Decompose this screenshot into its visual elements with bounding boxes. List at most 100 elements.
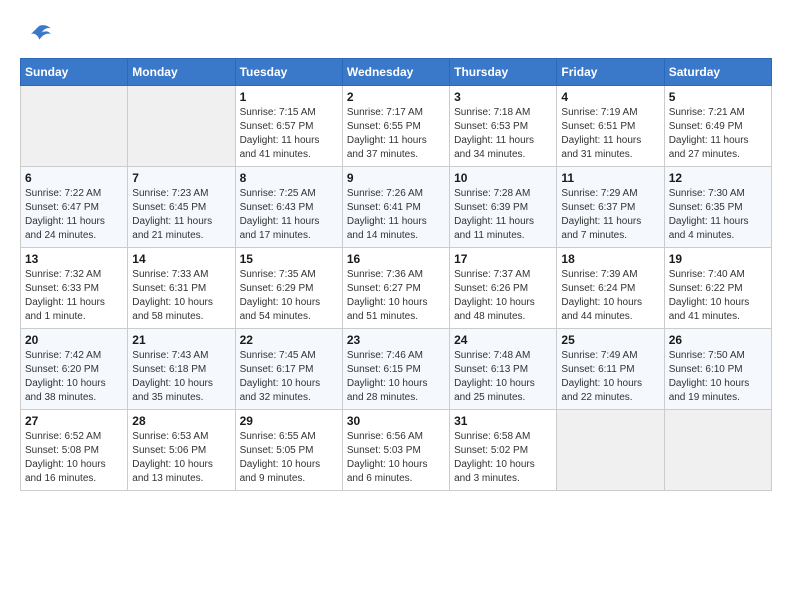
day-info: Sunrise: 6:55 AMSunset: 5:05 PMDaylight:…: [240, 430, 338, 486]
day-cell: 1 Sunrise: 7:15 AMSunset: 6:57 PMDayligh…: [235, 86, 342, 167]
day-info: Sunrise: 7:18 AMSunset: 6:53 PMDaylight:…: [454, 106, 552, 162]
day-info: Sunrise: 7:45 AMSunset: 6:17 PMDaylight:…: [240, 349, 338, 405]
day-info: Sunrise: 7:43 AMSunset: 6:18 PMDaylight:…: [132, 349, 230, 405]
day-cell: 30 Sunrise: 6:56 AMSunset: 5:03 PMDaylig…: [342, 410, 449, 491]
day-number: 20: [25, 333, 123, 347]
day-info: Sunrise: 7:40 AMSunset: 6:22 PMDaylight:…: [669, 268, 767, 324]
day-number: 13: [25, 252, 123, 266]
day-cell: 5 Sunrise: 7:21 AMSunset: 6:49 PMDayligh…: [664, 86, 771, 167]
day-number: 1: [240, 90, 338, 104]
day-info: Sunrise: 7:19 AMSunset: 6:51 PMDaylight:…: [561, 106, 659, 162]
day-cell: 13 Sunrise: 7:32 AMSunset: 6:33 PMDaylig…: [21, 248, 128, 329]
day-header-sunday: Sunday: [21, 59, 128, 86]
day-cell: 29 Sunrise: 6:55 AMSunset: 5:05 PMDaylig…: [235, 410, 342, 491]
day-info: Sunrise: 7:36 AMSunset: 6:27 PMDaylight:…: [347, 268, 445, 324]
day-info: Sunrise: 7:33 AMSunset: 6:31 PMDaylight:…: [132, 268, 230, 324]
day-cell: 27 Sunrise: 6:52 AMSunset: 5:08 PMDaylig…: [21, 410, 128, 491]
day-cell: [664, 410, 771, 491]
day-number: 24: [454, 333, 552, 347]
day-number: 16: [347, 252, 445, 266]
day-info: Sunrise: 7:35 AMSunset: 6:29 PMDaylight:…: [240, 268, 338, 324]
day-number: 4: [561, 90, 659, 104]
day-info: Sunrise: 7:32 AMSunset: 6:33 PMDaylight:…: [25, 268, 123, 324]
day-header-monday: Monday: [128, 59, 235, 86]
day-info: Sunrise: 6:52 AMSunset: 5:08 PMDaylight:…: [25, 430, 123, 486]
day-cell: 21 Sunrise: 7:43 AMSunset: 6:18 PMDaylig…: [128, 329, 235, 410]
logo-icon: [24, 20, 52, 48]
day-info: Sunrise: 7:26 AMSunset: 6:41 PMDaylight:…: [347, 187, 445, 243]
day-cell: 16 Sunrise: 7:36 AMSunset: 6:27 PMDaylig…: [342, 248, 449, 329]
logo: [20, 20, 52, 48]
day-cell: 7 Sunrise: 7:23 AMSunset: 6:45 PMDayligh…: [128, 167, 235, 248]
day-cell: [557, 410, 664, 491]
day-info: Sunrise: 7:42 AMSunset: 6:20 PMDaylight:…: [25, 349, 123, 405]
day-number: 17: [454, 252, 552, 266]
week-row-5: 27 Sunrise: 6:52 AMSunset: 5:08 PMDaylig…: [21, 410, 772, 491]
week-row-4: 20 Sunrise: 7:42 AMSunset: 6:20 PMDaylig…: [21, 329, 772, 410]
day-cell: 15 Sunrise: 7:35 AMSunset: 6:29 PMDaylig…: [235, 248, 342, 329]
page-header: [20, 20, 772, 48]
day-header-tuesday: Tuesday: [235, 59, 342, 86]
day-number: 8: [240, 171, 338, 185]
day-info: Sunrise: 7:25 AMSunset: 6:43 PMDaylight:…: [240, 187, 338, 243]
day-info: Sunrise: 7:49 AMSunset: 6:11 PMDaylight:…: [561, 349, 659, 405]
day-cell: 4 Sunrise: 7:19 AMSunset: 6:51 PMDayligh…: [557, 86, 664, 167]
day-info: Sunrise: 7:15 AMSunset: 6:57 PMDaylight:…: [240, 106, 338, 162]
day-number: 6: [25, 171, 123, 185]
day-info: Sunrise: 7:48 AMSunset: 6:13 PMDaylight:…: [454, 349, 552, 405]
day-cell: 8 Sunrise: 7:25 AMSunset: 6:43 PMDayligh…: [235, 167, 342, 248]
day-info: Sunrise: 7:37 AMSunset: 6:26 PMDaylight:…: [454, 268, 552, 324]
day-number: 30: [347, 414, 445, 428]
day-cell: 12 Sunrise: 7:30 AMSunset: 6:35 PMDaylig…: [664, 167, 771, 248]
day-cell: 3 Sunrise: 7:18 AMSunset: 6:53 PMDayligh…: [450, 86, 557, 167]
day-number: 29: [240, 414, 338, 428]
day-cell: 26 Sunrise: 7:50 AMSunset: 6:10 PMDaylig…: [664, 329, 771, 410]
day-info: Sunrise: 7:46 AMSunset: 6:15 PMDaylight:…: [347, 349, 445, 405]
header-row: SundayMondayTuesdayWednesdayThursdayFrid…: [21, 59, 772, 86]
day-number: 2: [347, 90, 445, 104]
day-cell: 25 Sunrise: 7:49 AMSunset: 6:11 PMDaylig…: [557, 329, 664, 410]
day-cell: 23 Sunrise: 7:46 AMSunset: 6:15 PMDaylig…: [342, 329, 449, 410]
day-number: 5: [669, 90, 767, 104]
day-cell: 18 Sunrise: 7:39 AMSunset: 6:24 PMDaylig…: [557, 248, 664, 329]
day-number: 27: [25, 414, 123, 428]
day-number: 18: [561, 252, 659, 266]
day-info: Sunrise: 7:30 AMSunset: 6:35 PMDaylight:…: [669, 187, 767, 243]
day-header-saturday: Saturday: [664, 59, 771, 86]
week-row-2: 6 Sunrise: 7:22 AMSunset: 6:47 PMDayligh…: [21, 167, 772, 248]
day-number: 9: [347, 171, 445, 185]
day-info: Sunrise: 7:22 AMSunset: 6:47 PMDaylight:…: [25, 187, 123, 243]
day-number: 3: [454, 90, 552, 104]
day-header-thursday: Thursday: [450, 59, 557, 86]
day-number: 28: [132, 414, 230, 428]
day-header-friday: Friday: [557, 59, 664, 86]
day-cell: 24 Sunrise: 7:48 AMSunset: 6:13 PMDaylig…: [450, 329, 557, 410]
day-number: 26: [669, 333, 767, 347]
day-cell: 2 Sunrise: 7:17 AMSunset: 6:55 PMDayligh…: [342, 86, 449, 167]
day-cell: [128, 86, 235, 167]
day-number: 25: [561, 333, 659, 347]
day-number: 11: [561, 171, 659, 185]
day-info: Sunrise: 7:17 AMSunset: 6:55 PMDaylight:…: [347, 106, 445, 162]
day-cell: 20 Sunrise: 7:42 AMSunset: 6:20 PMDaylig…: [21, 329, 128, 410]
day-header-wednesday: Wednesday: [342, 59, 449, 86]
day-info: Sunrise: 6:58 AMSunset: 5:02 PMDaylight:…: [454, 430, 552, 486]
day-info: Sunrise: 7:28 AMSunset: 6:39 PMDaylight:…: [454, 187, 552, 243]
day-number: 19: [669, 252, 767, 266]
day-number: 15: [240, 252, 338, 266]
day-number: 10: [454, 171, 552, 185]
day-info: Sunrise: 7:23 AMSunset: 6:45 PMDaylight:…: [132, 187, 230, 243]
day-cell: [21, 86, 128, 167]
day-number: 21: [132, 333, 230, 347]
day-cell: 28 Sunrise: 6:53 AMSunset: 5:06 PMDaylig…: [128, 410, 235, 491]
day-cell: 9 Sunrise: 7:26 AMSunset: 6:41 PMDayligh…: [342, 167, 449, 248]
day-info: Sunrise: 7:50 AMSunset: 6:10 PMDaylight:…: [669, 349, 767, 405]
day-cell: 11 Sunrise: 7:29 AMSunset: 6:37 PMDaylig…: [557, 167, 664, 248]
day-number: 31: [454, 414, 552, 428]
day-info: Sunrise: 7:21 AMSunset: 6:49 PMDaylight:…: [669, 106, 767, 162]
day-number: 12: [669, 171, 767, 185]
calendar-table: SundayMondayTuesdayWednesdayThursdayFrid…: [20, 58, 772, 491]
day-number: 22: [240, 333, 338, 347]
day-cell: 22 Sunrise: 7:45 AMSunset: 6:17 PMDaylig…: [235, 329, 342, 410]
day-number: 7: [132, 171, 230, 185]
